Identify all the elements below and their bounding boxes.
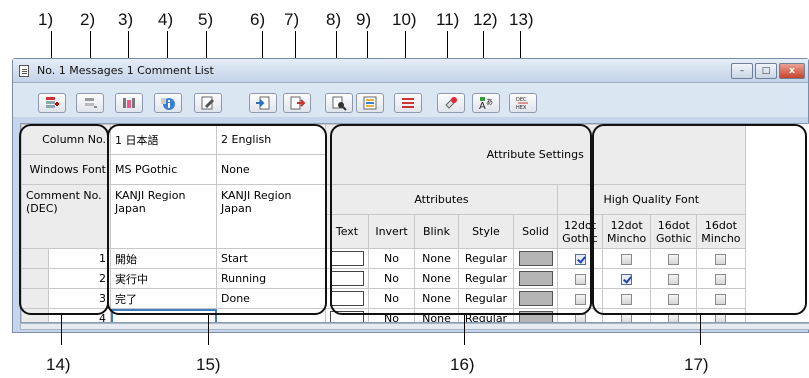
close-button[interactable]: x — [779, 63, 805, 79]
callout-16: 16) — [450, 355, 475, 374]
group-17-high-quality-font — [592, 124, 807, 315]
callout-4: 4) — [158, 10, 174, 29]
dec-hex-icon: DEC HEX — [516, 97, 528, 111]
svg-text:DEC: DEC — [516, 97, 527, 103]
dec-hex-button[interactable]: DEC HEX — [509, 93, 537, 113]
delete-row-icon — [85, 98, 97, 108]
callout-6: 6) — [250, 10, 266, 29]
callout-12: 12) — [473, 10, 498, 29]
toolbar: Aあ DEC HEX — [13, 83, 808, 117]
callout-3: 3) — [118, 10, 134, 29]
export-icon — [290, 96, 305, 110]
svg-text:HEX: HEX — [516, 105, 527, 111]
callout-2: 2) — [80, 10, 96, 29]
find-icon — [332, 96, 347, 111]
window-document-icon — [19, 65, 29, 77]
info-button[interactable] — [154, 93, 182, 113]
callout-11: 11) — [436, 10, 460, 29]
callout-14: 14) — [46, 355, 71, 374]
row-height-button[interactable] — [394, 93, 422, 113]
group-15-comment-text — [107, 124, 327, 315]
find-button[interactable] — [325, 93, 353, 113]
font-icon: Aあ — [479, 97, 493, 111]
title-bar[interactable]: No. 1 Messages 1 Comment List – □ x — [13, 59, 808, 83]
group-16-attributes — [330, 124, 592, 315]
callout-1: 1) — [38, 10, 54, 29]
import-text-button[interactable] — [249, 93, 277, 113]
window-title: No. 1 Messages 1 Comment List — [37, 64, 214, 77]
svg-text:あ: あ — [486, 98, 493, 106]
callout-7: 7) — [284, 10, 300, 29]
font-button[interactable]: Aあ — [472, 93, 500, 113]
row-height-icon — [402, 98, 414, 108]
callout-5: 5) — [198, 10, 214, 29]
column-bar-button[interactable] — [115, 93, 143, 113]
callout-8: 8) — [326, 10, 342, 29]
maximize-button[interactable]: □ — [755, 63, 777, 79]
callout-15: 15) — [196, 355, 221, 374]
svg-text:A: A — [479, 101, 486, 111]
settings-button[interactable] — [194, 93, 222, 113]
add-comment-button[interactable] — [437, 93, 465, 113]
insert-row-button[interactable] — [38, 93, 66, 113]
import-text-icon — [256, 96, 270, 110]
export-button[interactable] — [283, 93, 311, 113]
list-button[interactable] — [356, 93, 384, 113]
callout-10: 10) — [392, 10, 417, 29]
horizontal-scrollbar[interactable] — [20, 323, 809, 330]
settings-icon — [201, 96, 215, 110]
add-comment-icon — [445, 97, 457, 109]
column-bar-icon — [123, 98, 135, 108]
callout-13: 13) — [509, 10, 534, 29]
info-icon — [161, 98, 175, 110]
list-icon — [363, 96, 377, 110]
minimize-button[interactable]: – — [731, 63, 753, 79]
callout-9: 9) — [356, 10, 372, 29]
callout-17: 17) — [684, 355, 709, 374]
group-14-comment-no — [19, 124, 109, 315]
insert-row-icon — [46, 97, 59, 108]
delete-row-button[interactable] — [76, 93, 104, 113]
